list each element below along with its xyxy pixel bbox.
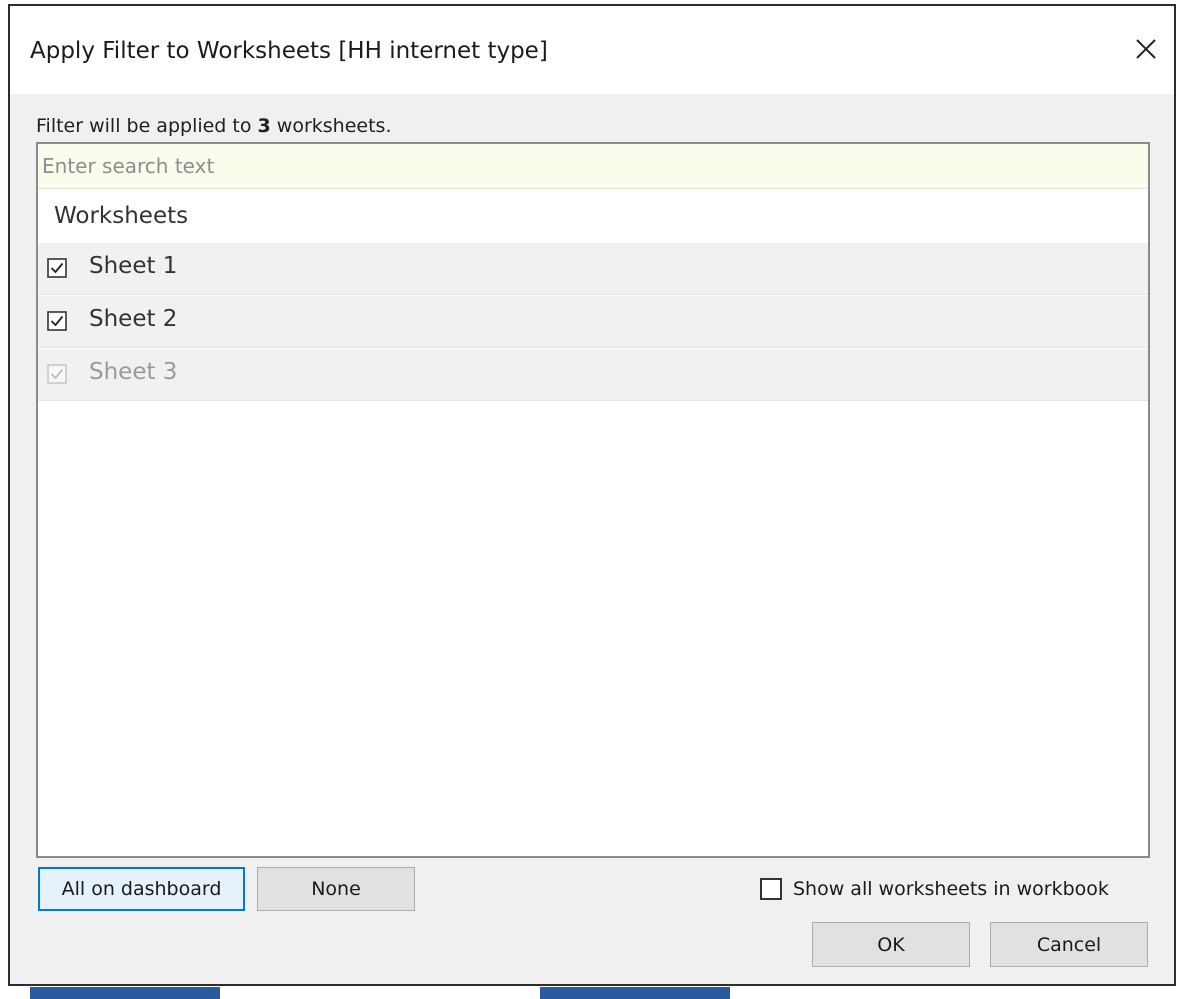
close-icon: [1136, 39, 1156, 59]
dialog-titlebar: Apply Filter to Worksheets [HH internet …: [10, 6, 1174, 95]
worksheets-header: Worksheets: [38, 191, 1148, 243]
ok-button[interactable]: OK: [812, 922, 970, 967]
worksheet-item-label: Sheet 2: [89, 306, 178, 332]
filter-info-text: Filter will be applied to 3 worksheets.: [36, 115, 392, 137]
worksheet-item-sheet-2[interactable]: Sheet 2: [38, 296, 1148, 348]
info-suffix: worksheets.: [270, 115, 392, 137]
cancel-button[interactable]: Cancel: [990, 922, 1148, 967]
worksheet-count: 3: [257, 115, 271, 137]
dialog-title: Apply Filter to Worksheets [HH internet …: [30, 38, 548, 64]
worksheet-item-label: Sheet 3: [89, 359, 178, 385]
show-all-worksheets-option[interactable]: Show all worksheets in workbook: [760, 874, 1109, 904]
background-window-strip: [30, 987, 220, 999]
checkbox-checked-icon[interactable]: [47, 258, 67, 278]
show-all-worksheets-label: Show all worksheets in workbook: [793, 878, 1109, 900]
info-prefix: Filter will be applied to: [36, 115, 258, 137]
apply-filter-dialog: Apply Filter to Worksheets [HH internet …: [8, 4, 1176, 986]
background-window-strip: [540, 987, 730, 999]
checkbox-checked-icon[interactable]: [47, 311, 67, 331]
worksheets-header-label: Worksheets: [54, 203, 189, 229]
checkbox-empty-icon[interactable]: [760, 878, 782, 900]
worksheet-item-sheet-1[interactable]: Sheet 1: [38, 243, 1148, 295]
search-input[interactable]: [38, 144, 1148, 189]
close-button[interactable]: [1126, 24, 1166, 70]
all-on-dashboard-button[interactable]: All on dashboard: [38, 867, 245, 911]
worksheet-item-sheet-3: Sheet 3: [38, 349, 1148, 401]
none-button[interactable]: None: [257, 867, 415, 911]
worksheet-list-panel: Worksheets Sheet 1 Sheet 2 Sheet 3: [36, 142, 1150, 858]
worksheet-item-label: Sheet 1: [89, 253, 178, 279]
checkbox-checked-disabled-icon: [47, 364, 67, 384]
